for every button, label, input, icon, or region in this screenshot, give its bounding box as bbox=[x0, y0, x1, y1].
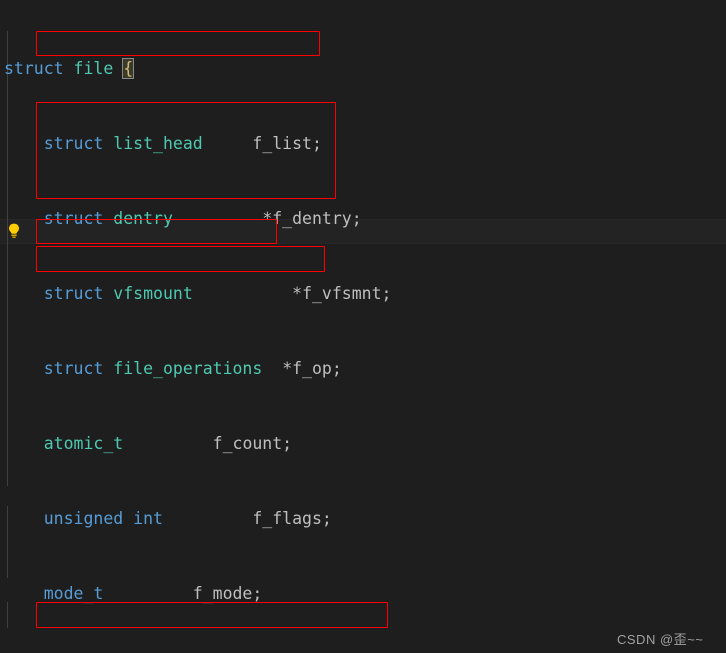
code-editor-screenshot: struct file { struct list_head f_list; s… bbox=[0, 0, 726, 653]
csdn-watermark: CSDN @歪~~ bbox=[617, 632, 704, 647]
code-line[interactable]: mode_t f_mode; bbox=[0, 581, 726, 606]
bracket-match-open: { bbox=[122, 58, 135, 79]
code-line[interactable]: struct vfsmount *f_vfsmnt; bbox=[0, 281, 726, 306]
code-line[interactable]: unsigned int f_flags; bbox=[0, 506, 726, 531]
code-line[interactable]: struct list_head f_list; bbox=[0, 131, 726, 156]
lightbulb-glyph bbox=[9, 223, 19, 238]
code-content[interactable]: struct file { struct list_head f_list; s… bbox=[0, 0, 726, 653]
code-line[interactable]: struct file { bbox=[0, 56, 726, 81]
code-line[interactable]: struct dentry *f_dentry; bbox=[0, 206, 726, 231]
code-line[interactable]: struct file_operations *f_op; bbox=[0, 356, 726, 381]
lightbulb-quickfix-icon[interactable] bbox=[5, 222, 23, 240]
code-line[interactable]: atomic_t f_count; bbox=[0, 431, 726, 456]
